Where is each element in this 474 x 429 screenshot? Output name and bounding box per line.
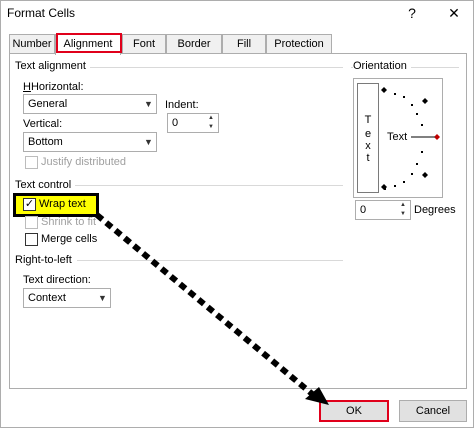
spin-down-icon[interactable]: ▼: [396, 210, 410, 219]
vertical-char: x: [365, 140, 371, 152]
orientation-heading: Orientation: [353, 60, 411, 72]
wrap-text-label[interactable]: Wrap text: [39, 198, 86, 210]
text-direction-value: Context: [28, 292, 66, 304]
title-bar: Format Cells ? ✕: [1, 1, 473, 27]
ok-button[interactable]: OK: [319, 400, 389, 422]
tab-number[interactable]: Number: [9, 34, 55, 54]
vertical-select[interactable]: Bottom ▼: [23, 132, 157, 152]
divider: [77, 260, 343, 261]
vertical-value: Bottom: [28, 136, 63, 148]
vertical-char: e: [364, 128, 372, 140]
indent-value: 0: [172, 117, 179, 129]
tab-fill[interactable]: Fill: [222, 34, 266, 54]
degrees-value: 0: [360, 204, 367, 216]
merge-cells-label[interactable]: Merge cells: [41, 233, 97, 245]
vertical-text-toggle[interactable]: T e x t: [357, 83, 379, 193]
text-direction-select[interactable]: Context ▼: [23, 288, 111, 308]
spin-down-icon[interactable]: ▼: [204, 123, 218, 132]
horizontal-select[interactable]: General ▼: [23, 94, 157, 114]
tab-alignment[interactable]: Alignment: [55, 34, 121, 55]
horizontal-label: HHorizontal:: [23, 81, 84, 93]
format-cells-dialog: Format Cells ? ✕ Number Alignment Font B…: [0, 0, 474, 428]
merge-cells-checkbox[interactable]: [25, 233, 38, 246]
shrink-to-fit-label: Shrink to fit: [41, 216, 97, 228]
indent-label: Indent:: [165, 99, 199, 111]
tab-font[interactable]: Font: [122, 34, 166, 54]
spin-up-icon[interactable]: ▲: [396, 201, 410, 210]
degrees-stepper[interactable]: 0 ▲ ▼: [355, 200, 411, 220]
chevron-down-icon[interactable]: ▼: [140, 95, 156, 113]
shrink-to-fit-checkbox[interactable]: [25, 216, 38, 229]
degrees-label: Degrees: [414, 204, 456, 216]
spin-up-icon[interactable]: ▲: [204, 114, 218, 123]
wrap-text-checkbox[interactable]: ✓: [23, 198, 36, 211]
text-control-heading: Text control: [15, 179, 76, 191]
vertical-label: Vertical:: [23, 118, 63, 130]
justify-distributed-label: Justify distributed: [41, 156, 126, 168]
vertical-char: T: [364, 114, 372, 126]
cancel-button[interactable]: Cancel: [399, 400, 467, 422]
tab-border[interactable]: Border: [166, 34, 222, 54]
right-to-left-heading: Right-to-left: [15, 254, 76, 266]
help-button[interactable]: ?: [403, 4, 421, 22]
text-alignment-heading: Text alignment: [15, 60, 90, 72]
chevron-down-icon[interactable]: ▼: [94, 289, 110, 307]
divider: [81, 67, 343, 68]
horizontal-value: General: [28, 98, 68, 110]
chevron-down-icon[interactable]: ▼: [140, 133, 156, 151]
tab-protection[interactable]: Protection: [266, 34, 332, 54]
dialog-title: Format Cells: [7, 6, 76, 20]
divider: [75, 185, 343, 186]
close-button[interactable]: ✕: [445, 4, 463, 22]
orientation-text: Text: [387, 131, 408, 143]
vertical-char: t: [366, 152, 370, 164]
justify-distributed-checkbox[interactable]: [25, 156, 38, 169]
indent-stepper[interactable]: 0 ▲ ▼: [167, 113, 219, 133]
text-direction-label: Text direction:: [23, 274, 91, 286]
